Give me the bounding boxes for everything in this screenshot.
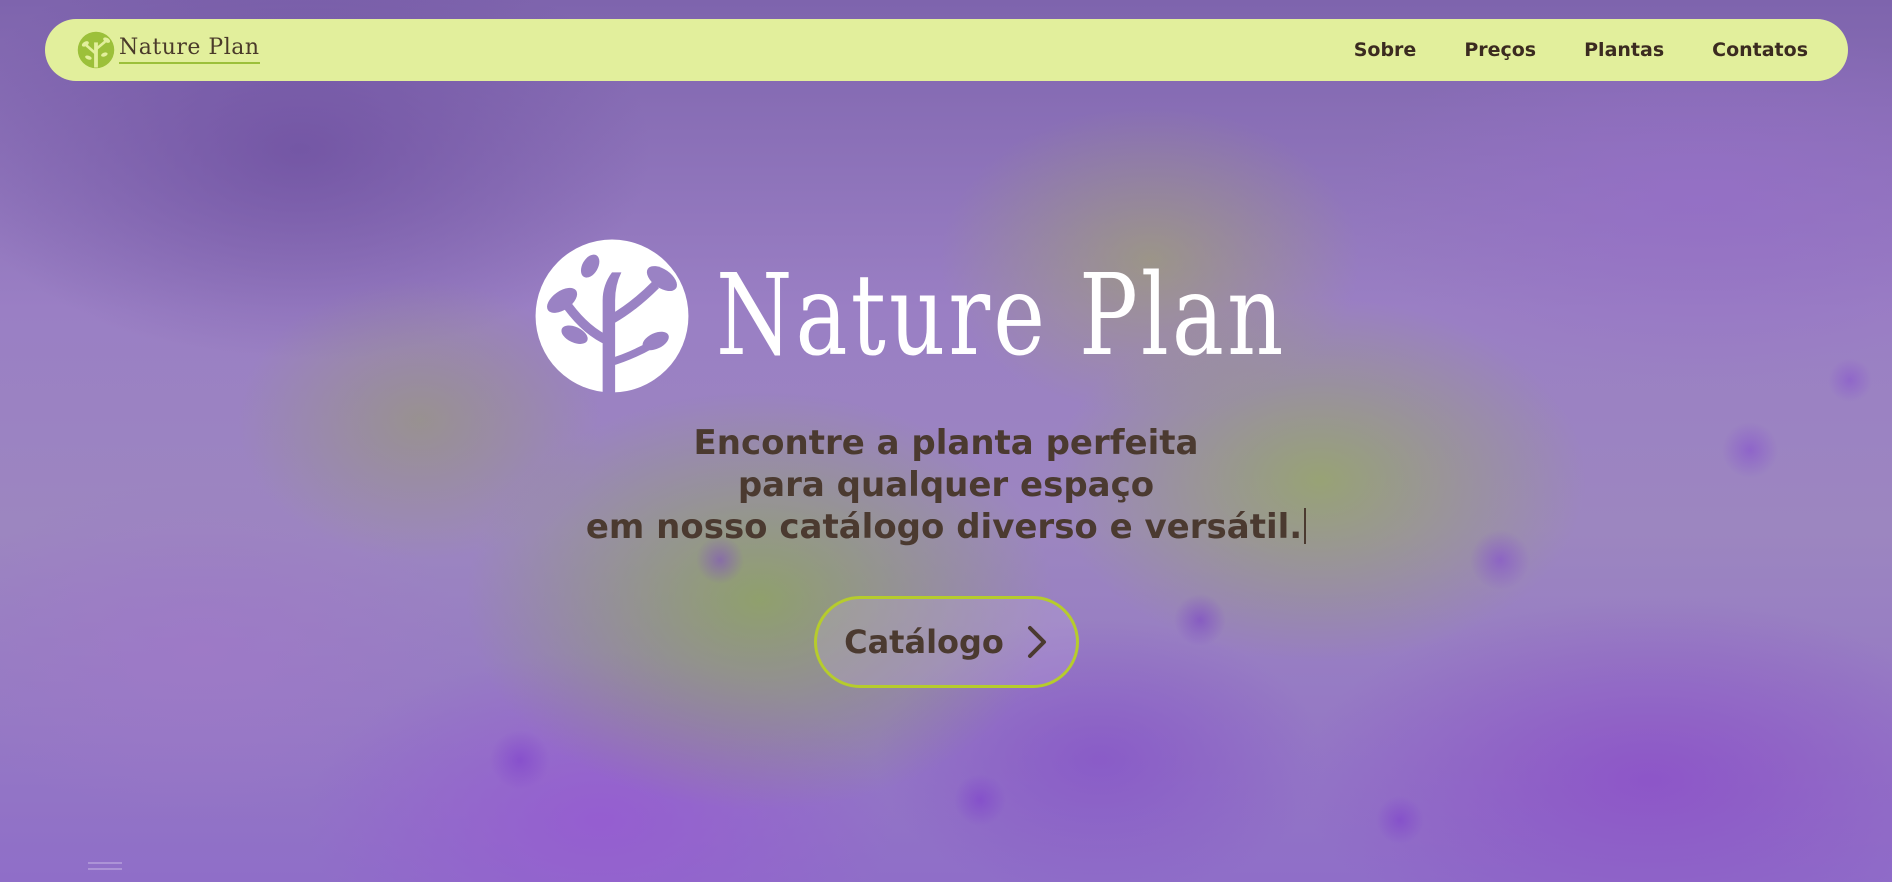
hero-title: Nature Plan [716,251,1287,381]
catalog-button[interactable]: Catálogo [813,596,1079,688]
catalog-button-label: Catálogo [844,623,1004,661]
tree-circle-logo-icon [77,31,115,69]
hero-brand: Nature Plan [534,238,1357,394]
nav-link-precos[interactable]: Preços [1464,39,1536,61]
text-caret [1304,508,1307,544]
brand-name: Nature Plan [119,36,260,64]
chevron-right-icon [1027,626,1046,658]
brand-link[interactable]: Nature Plan [77,31,260,69]
tagline-line: para qualquer espaço [737,465,1155,505]
nav-menu: Sobre Preços Plantas Contatos [1354,39,1808,61]
tagline-line: Encontre a planta perfeita [693,423,1199,463]
tagline-line: em nosso catálogo diverso e versátil. [585,506,1307,548]
nav-link-sobre[interactable]: Sobre [1354,39,1417,61]
tree-circle-logo-icon [535,239,689,394]
top-navbar: Nature Plan Sobre Preços Plantas Contato… [45,19,1848,81]
corner-decoration [88,862,122,876]
nav-link-plantas[interactable]: Plantas [1584,39,1664,61]
hero-tagline: Encontre a planta perfeita para qualquer… [585,422,1307,548]
tagline-line-text: em nosso catálogo diverso e versátil. [585,507,1303,547]
hero-section: Nature Plan Encontre a planta perfeita p… [0,238,1892,688]
nav-link-contatos[interactable]: Contatos [1712,39,1808,61]
